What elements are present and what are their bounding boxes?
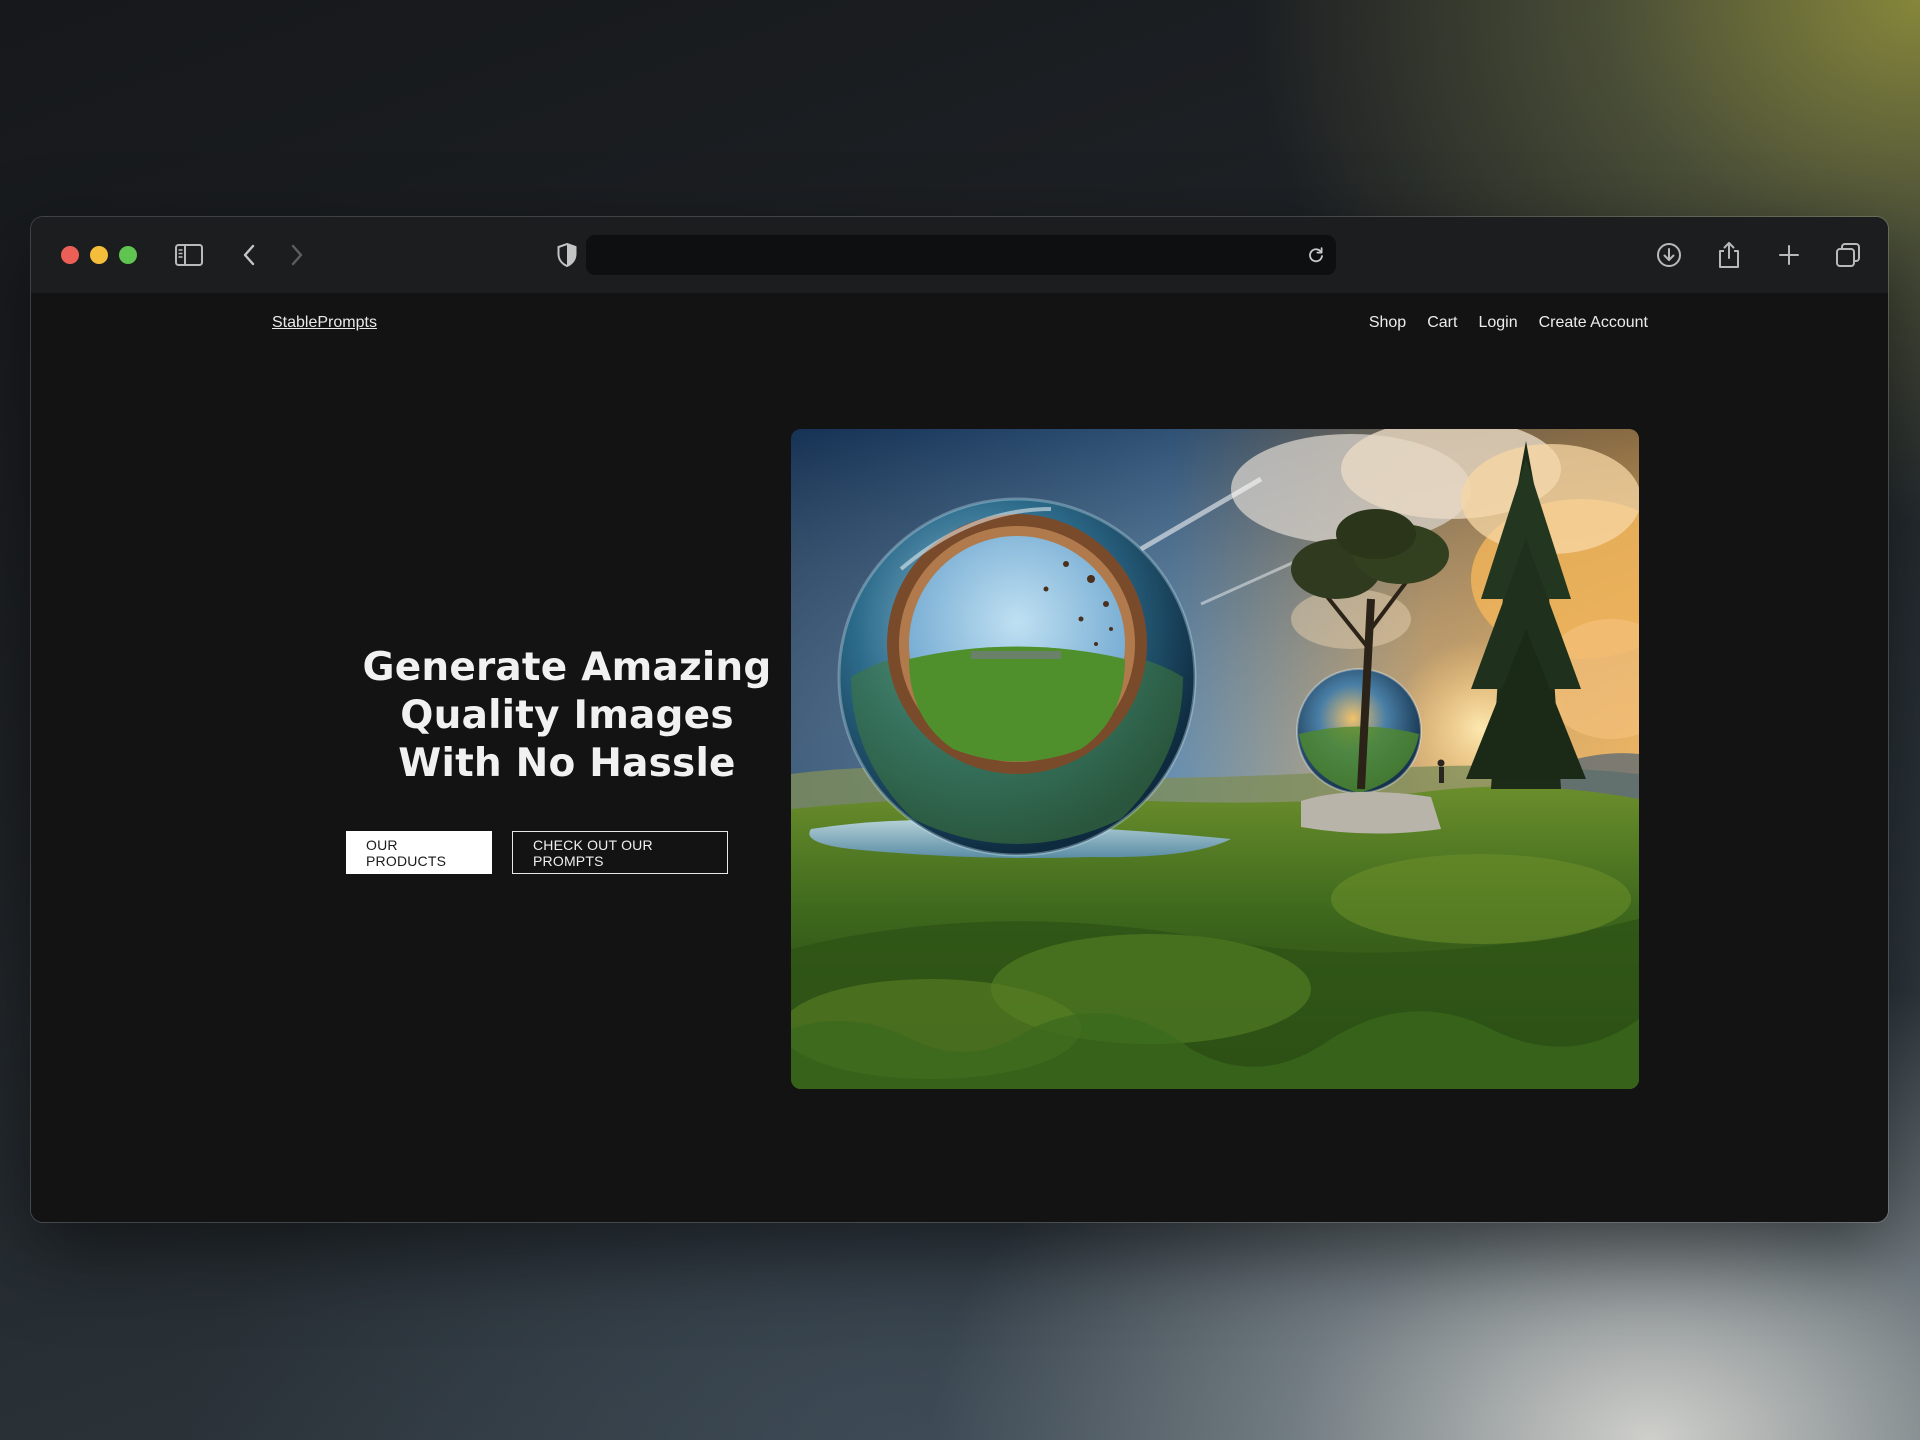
sidebar-icon[interactable] (171, 237, 207, 273)
hero-buttons: OUR PRODUCTS CHECK OUT OUR PROMPTS (346, 831, 728, 874)
nav-cart[interactable]: Cart (1427, 314, 1457, 332)
minimize-window-button[interactable] (90, 246, 108, 264)
web-page: StablePrompts Shop Cart Login Create Acc… (31, 293, 1888, 1222)
forward-icon[interactable] (279, 237, 315, 273)
nav-shop[interactable]: Shop (1369, 314, 1406, 332)
brand-link[interactable]: StablePrompts (272, 314, 377, 332)
reload-icon[interactable] (1304, 243, 1328, 267)
headline-line: Generate Amazing (362, 645, 772, 690)
hero-text: Generate Amazing Quality Images With No … (347, 644, 787, 788)
headline-line: Quality Images (400, 693, 734, 738)
hero-image (791, 429, 1639, 1089)
browser-window: StablePrompts Shop Cart Login Create Acc… (31, 217, 1888, 1222)
nav-create-account[interactable]: Create Account (1539, 314, 1648, 332)
share-icon[interactable] (1711, 237, 1747, 273)
nav-login[interactable]: Login (1478, 314, 1517, 332)
hero-landscape-illustration (791, 429, 1639, 1089)
shield-icon[interactable] (549, 237, 585, 273)
maximize-window-button[interactable] (119, 246, 137, 264)
address-bar[interactable] (586, 235, 1336, 275)
headline-line: With No Hassle (398, 741, 736, 786)
tabs-overview-icon[interactable] (1830, 237, 1866, 273)
top-nav: Shop Cart Login Create Account (1369, 314, 1648, 332)
new-tab-icon[interactable] (1771, 237, 1807, 273)
close-window-button[interactable] (61, 246, 79, 264)
download-icon[interactable] (1651, 237, 1687, 273)
back-icon[interactable] (231, 237, 267, 273)
browser-toolbar (31, 217, 1888, 293)
check-out-prompts-button[interactable]: CHECK OUT OUR PROMPTS (512, 831, 728, 874)
our-products-button[interactable]: OUR PRODUCTS (346, 831, 492, 874)
hero-headline: Generate Amazing Quality Images With No … (347, 644, 787, 788)
